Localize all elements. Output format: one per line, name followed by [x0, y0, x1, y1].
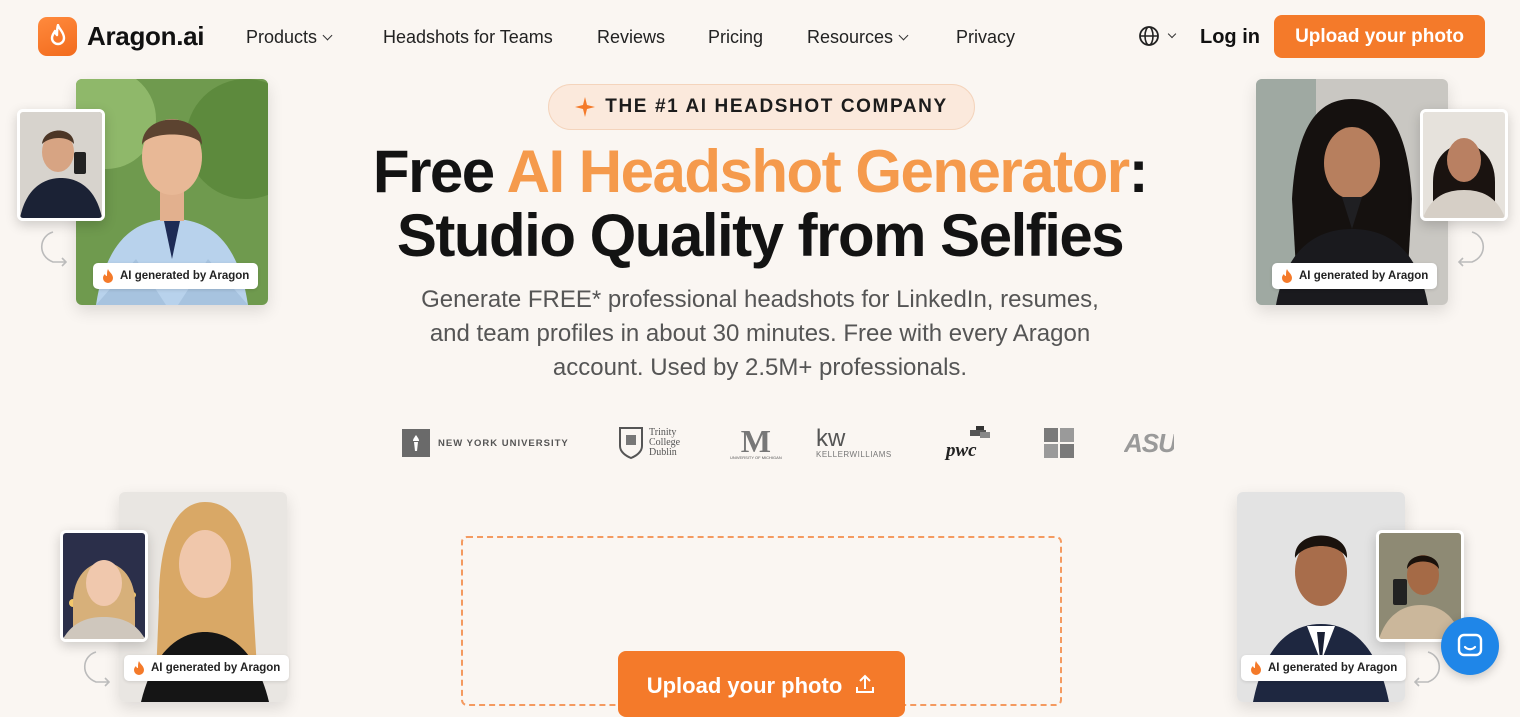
michigan-m: M	[740, 422, 771, 459]
hero-badge: THE #1 AI HEADSHOT COMPANY	[548, 84, 975, 130]
nav-resources-label: Resources	[807, 27, 894, 47]
sample-selfie-man-1	[17, 109, 105, 221]
hero-subtitle: Generate FREE* professional headshots fo…	[421, 286, 1099, 381]
logo-michigan: M UNIVERSITY OF MICHIGAN	[730, 420, 782, 466]
chevron-down-icon	[898, 30, 909, 41]
sparkle-icon	[575, 97, 596, 117]
nav-privacy-label: Privacy	[956, 27, 1016, 47]
hero-title-part1: Free	[372, 138, 507, 205]
selfie-image	[20, 112, 102, 218]
brand-name: Aragon.ai	[87, 21, 205, 51]
globe-icon	[1139, 26, 1159, 46]
logo-pwc: pwc	[946, 420, 996, 466]
sample-selfie-woman-1	[1420, 109, 1508, 221]
curved-arrow-icon	[1457, 231, 1485, 267]
ai-generated-tag-text: AI generated by Aragon	[151, 662, 281, 674]
chat-icon	[1457, 633, 1483, 657]
nav-teams-label: Headshots for Teams	[383, 27, 553, 47]
flame-icon	[134, 661, 144, 675]
nav-privacy[interactable]: Privacy	[956, 27, 1015, 48]
flame-logo-icon	[38, 17, 77, 56]
nav-pricing[interactable]: Pricing	[708, 27, 763, 48]
kw-text: KELLERWILLIAMS	[816, 449, 892, 459]
curved-arrow-icon	[40, 231, 68, 267]
chevron-down-icon	[1167, 29, 1177, 39]
nav-products-label: Products	[246, 27, 318, 47]
chat-widget-button[interactable]	[1441, 617, 1499, 675]
upload-photo-button-nav[interactable]: Upload your photo	[1274, 15, 1485, 58]
nyu-torch-icon	[402, 429, 430, 457]
flame-icon	[1251, 661, 1261, 675]
upload-photo-button[interactable]: Upload your photo	[618, 651, 905, 717]
hero-badge-text: THE #1 AI HEADSHOT COMPANY	[605, 96, 948, 117]
nav-products[interactable]: Products	[246, 27, 333, 48]
selfie-image	[63, 533, 145, 639]
nav-resources[interactable]: Resources	[807, 27, 909, 48]
nyu-logo-text: NEW YORK UNIVERSITY	[438, 437, 569, 449]
selfie-image	[1379, 533, 1461, 639]
kw-mark: kw	[816, 424, 846, 452]
hero-title-accent: AI Headshot Generator	[506, 138, 1130, 205]
flame-icon	[1282, 269, 1292, 283]
ai-generated-tag-text: AI generated by Aragon	[120, 270, 250, 282]
logo-nyu: NEW YORK UNIVERSITY	[402, 420, 569, 466]
ai-generated-tag-text: AI generated by Aragon	[1268, 662, 1398, 674]
ai-generated-tag-text: AI generated by Aragon	[1299, 270, 1429, 282]
flame-icon	[103, 269, 113, 283]
nav-pricing-label: Pricing	[708, 27, 764, 47]
trinity-text-3: Dublin	[649, 447, 677, 458]
curved-arrow-icon	[1413, 651, 1441, 687]
customer-logos: NEW YORK UNIVERSITY Trinity College Dubl…	[350, 420, 1180, 466]
brand-logo[interactable]: Aragon.ai	[38, 17, 205, 56]
logo-microsoft	[1044, 420, 1074, 466]
nav-reviews-label: Reviews	[597, 27, 666, 47]
upload-photo-button-label: Upload your photo	[646, 673, 843, 698]
selfie-image	[1423, 112, 1505, 218]
microsoft-logo-icon	[1044, 428, 1074, 458]
michigan-text: UNIVERSITY OF MICHIGAN	[730, 454, 782, 460]
trinity-crest-icon	[619, 427, 643, 460]
logo-asu: ASU	[1124, 420, 1174, 466]
hero-title-colon: :	[1128, 138, 1149, 205]
top-navigation: Aragon.ai Products Headshots for Teams R…	[0, 0, 1520, 76]
curved-arrow-icon	[83, 651, 111, 687]
chevron-down-icon	[322, 30, 333, 41]
asu-text: ASU	[1124, 427, 1174, 458]
nav-headshots-for-teams[interactable]: Headshots for Teams	[383, 27, 553, 48]
ai-generated-tag: AI generated by Aragon	[124, 655, 290, 681]
pwc-text: pwc	[946, 440, 977, 461]
login-link[interactable]: Log in	[1200, 26, 1260, 49]
ai-generated-tag: AI generated by Aragon	[1241, 655, 1407, 681]
ai-generated-tag: AI generated by Aragon	[1272, 263, 1438, 289]
language-selector[interactable]	[1138, 25, 1177, 47]
logo-trinity: Trinity College Dublin	[618, 420, 680, 466]
logo-kellerwilliams: kw KELLERWILLIAMS	[816, 420, 892, 466]
ai-generated-tag: AI generated by Aragon	[93, 263, 259, 289]
sample-selfie-woman-2	[60, 530, 148, 642]
nav-reviews[interactable]: Reviews	[597, 27, 665, 48]
